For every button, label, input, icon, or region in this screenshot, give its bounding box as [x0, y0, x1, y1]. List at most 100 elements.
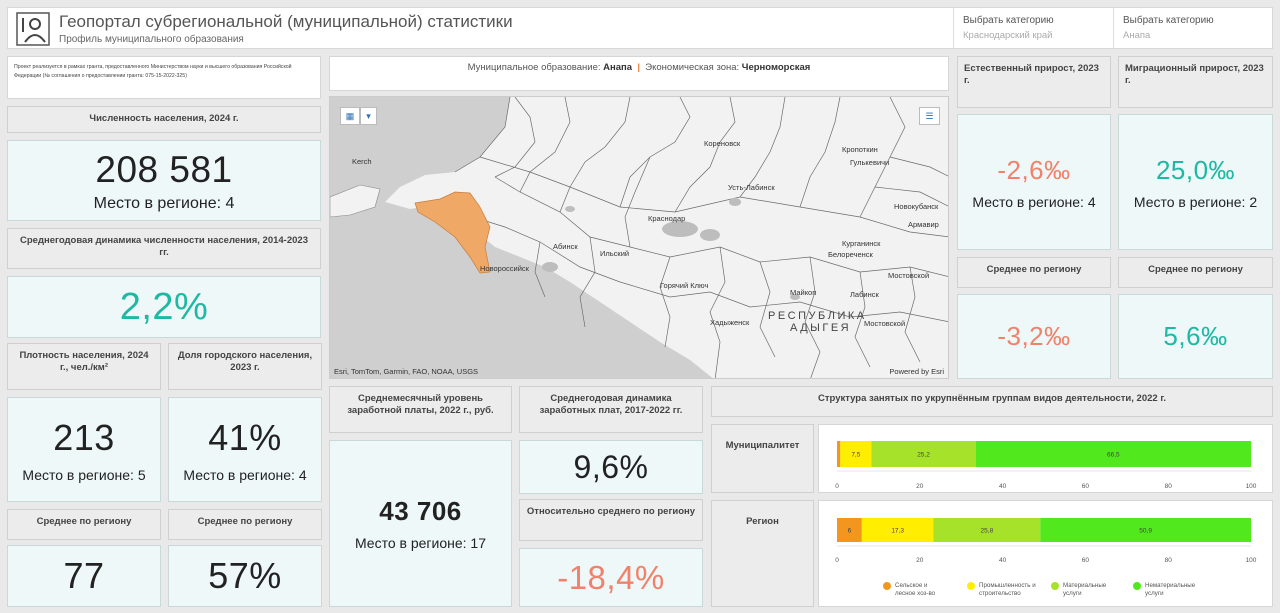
map-label: Кореновск [704, 139, 741, 148]
mo-value: Анапа [603, 62, 633, 73]
chart-data-label: 7,5 [851, 452, 860, 459]
density-rank: Место в регионе: 5 [22, 466, 146, 483]
region-selector-value: Краснодарский край [963, 30, 1053, 41]
map-label: Курганинск [842, 239, 881, 248]
chart-legend-marker [883, 582, 891, 590]
density-avg-value: 77 [63, 555, 105, 596]
migration-avg-card: 5,6‰ [1118, 294, 1273, 379]
chart-legend-marker [967, 582, 975, 590]
salary-relative-title: Относительно среднего по региону [519, 499, 703, 541]
salary-rank: Место в регионе: 17 [354, 535, 487, 551]
map-region-label: АДЫГЕЯ [790, 322, 851, 334]
map-canvas[interactable]: Kerch Кореновск Кропоткин Гулькевичи Уст… [330, 97, 949, 379]
chart-tick-label: 60 [1082, 483, 1090, 490]
natural-growth-avg-card: -3,2‰ [957, 294, 1111, 379]
municipality-selector-value: Анапа [1123, 30, 1151, 41]
map-powered-by[interactable]: Powered by Esri [889, 367, 944, 376]
natural-growth-value: -2,6‰ [997, 154, 1071, 185]
region-selector-label: Выбрать категорию [963, 15, 1054, 26]
salary-relative-value: -18,4% [557, 558, 665, 596]
chart-data-label: 25,2 [917, 452, 930, 459]
chart-data-label: 25,8 [981, 528, 994, 535]
municipality-selector[interactable]: Выбрать категорию Анапа [1113, 8, 1272, 48]
urban-avg-value: 57% [208, 555, 282, 596]
density-title: Плотность населения, 2024 г., чел./км² [7, 343, 161, 390]
map-label: Kerch [352, 157, 372, 166]
density-value: 213 [53, 416, 115, 458]
chart-tick-label: 0 [835, 557, 839, 564]
chart-data-label: 50,9 [1139, 528, 1152, 535]
map-label: Белореченск [828, 250, 874, 259]
pop-dynamics-card: 2,2% [7, 276, 321, 338]
salary-dynamics-card: 9,6% [519, 440, 703, 494]
chart-data-label: 66,5 [1107, 452, 1120, 459]
grant-info: Проект реализуется в рамках гранта, пред… [7, 56, 321, 99]
chevron-down-icon[interactable]: ▾ [360, 107, 377, 125]
map-label: Горячий Ключ [660, 281, 708, 290]
chart-tick-label: 100 [1246, 483, 1257, 490]
map-label: Усть-Лабинск [728, 183, 775, 192]
migration-avg-title: Среднее по региону [1118, 257, 1273, 288]
legend-list-icon[interactable]: ☰ [919, 107, 940, 125]
density-avg-title: Среднее по региону [7, 509, 161, 540]
mo-label: Муниципальное образование: [467, 62, 601, 73]
urban-title: Доля городского населения, 2023 г. [168, 343, 322, 390]
map-label: Мостовской [864, 319, 905, 328]
pop-dynamics-title: Среднегодовая динамика численности насел… [7, 228, 321, 269]
chart-tick-label: 80 [1165, 557, 1173, 564]
employment-title: Структура занятых по укрупнённым группам… [711, 386, 1273, 417]
chart-tick-label: 20 [916, 557, 924, 564]
chart-data-label: 6 [848, 528, 852, 535]
natural-growth-avg-title: Среднее по региону [957, 257, 1111, 288]
employment-bar-svg-region: 6 17,3 25,8 50,9 0 20 40 60 80 100 Сельское илесно… [835, 518, 1257, 597]
population-value: 208 581 [95, 148, 233, 190]
map-label: Хадыженск [710, 318, 750, 327]
layers-icon[interactable]: ▦ [340, 107, 360, 125]
chart-tick-label: 100 [1246, 557, 1257, 564]
chart-legend-label: Материальные [1063, 582, 1107, 589]
map-attribution: Esri, TomTom, Garmin, FAO, NOAA, USGS [334, 367, 479, 376]
chart-legend-label: лесное хоз-во [895, 590, 936, 597]
chart-legend-label: услуги [1063, 590, 1082, 597]
map-label: Лабинск [850, 290, 879, 299]
salary-title: Среднемесячный уровень заработной платы,… [329, 386, 512, 433]
app-subtitle: Профиль муниципального образования [59, 34, 244, 45]
municipality-infobar: Муниципальное образование: Анапа | Эконо… [329, 56, 949, 91]
employment-row1-label: Муниципалитет [711, 424, 814, 493]
map-label: Мостовской [888, 271, 929, 280]
chart-tick-label: 40 [999, 483, 1007, 490]
infobar-separator: | [637, 62, 641, 73]
natural-growth-rank: Место в регионе: 4 [972, 193, 1096, 210]
map-label: Абинск [553, 242, 578, 251]
migration-rank: Место в регионе: 2 [1133, 193, 1258, 210]
map-label: Армавир [908, 220, 939, 229]
chart-bar-segment [837, 441, 841, 467]
map-label: Гулькевичи [850, 158, 889, 167]
chart-legend-marker [1133, 582, 1141, 590]
chart-legend-label: Сельское и [895, 582, 928, 589]
map-view[interactable]: Kerch Кореновск Кропоткин Гулькевичи Уст… [329, 96, 949, 379]
chart-legend-label: строительство [979, 590, 1021, 597]
employment-row2-label: Регион [711, 500, 814, 607]
salary-dynamics-title: Среднегодовая динамика заработных плат, … [519, 386, 703, 433]
app-logo-icon [16, 12, 50, 46]
pop-dynamics-value: 2,2% [119, 285, 209, 328]
migration-avg-value: 5,6‰ [1163, 321, 1228, 351]
map-label: Новороссийск [480, 264, 530, 273]
map-label: Краснодар [648, 214, 685, 223]
urban-value: 41% [208, 416, 282, 458]
municipality-selector-label: Выбрать категорию [1123, 15, 1214, 26]
density-avg-card: 77 [7, 545, 161, 607]
urban-avg-card: 57% [168, 545, 322, 607]
chart-data-label: 17,3 [891, 528, 904, 535]
chart-tick-label: 40 [999, 557, 1007, 564]
salary-value: 43 706 [379, 496, 462, 526]
chart-tick-label: 0 [835, 483, 839, 490]
natural-growth-avg-value: -3,2‰ [997, 321, 1071, 351]
migration-value: 25,0‰ [1155, 154, 1236, 185]
region-selector[interactable]: Выбрать категорию Краснодарский край [953, 8, 1113, 48]
map-region-label: РЕСПУБЛИКА [768, 310, 867, 322]
salary-dynamics-value: 9,6% [573, 448, 649, 485]
employment-chart-region: 6 17,3 25,8 50,9 0 20 40 60 80 100 Сельское и лесно… [818, 500, 1273, 607]
migration-card: 25,0‰ Место в регионе: 2 [1118, 114, 1273, 250]
